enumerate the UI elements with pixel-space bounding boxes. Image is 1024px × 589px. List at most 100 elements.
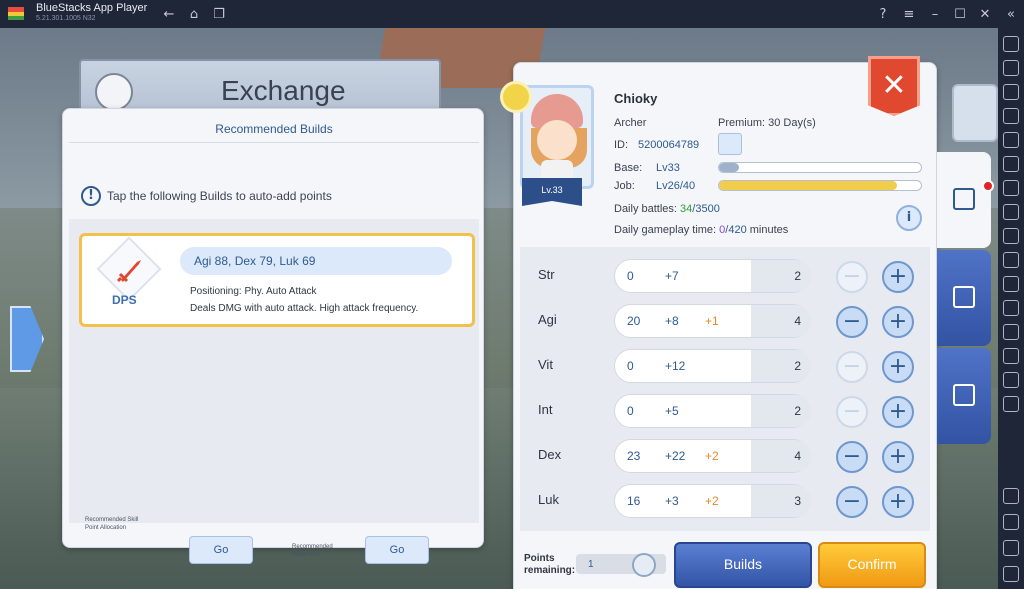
stat-name: Agi — [538, 312, 557, 327]
stat-bonus-value: +22 — [665, 449, 686, 463]
increase-str-button[interactable]: + — [882, 261, 914, 293]
character-stats-panel: Lv.33 Chioky Archer Premium: 30 Day(s) I… — [500, 62, 937, 589]
base-level: Lv33 — [656, 162, 680, 174]
stat-base-value: 20 — [627, 314, 641, 328]
record-icon[interactable] — [1003, 252, 1019, 268]
game-viewport: Exchange Recommended Builds ! Tap the fo… — [0, 28, 998, 589]
daily-battles-current: 34 — [680, 203, 693, 215]
info-button[interactable]: i — [896, 205, 922, 231]
recommended-builds-hint: Tap the following Builds to auto-add poi… — [107, 189, 332, 203]
location-icon[interactable] — [1003, 324, 1019, 340]
stat-value-pill: 23 +22 +2 4 — [614, 439, 811, 473]
fullscreen-icon[interactable] — [1003, 36, 1019, 52]
decrease-agi-button[interactable]: − — [836, 306, 868, 338]
sync-icon[interactable] — [1003, 396, 1019, 412]
increase-dex-button[interactable]: + — [882, 441, 914, 473]
folder-icon[interactable] — [1003, 276, 1019, 292]
stat-point-cost: 2 — [751, 260, 811, 292]
stat-row-int: Int 0 +5 2− + — [520, 390, 930, 434]
daily-battles: Daily battles: 34/3500 — [614, 203, 720, 215]
equipment-go-button[interactable]: Go — [365, 536, 429, 564]
clipboard-icon — [953, 286, 975, 308]
notification-dot — [982, 180, 994, 192]
skill-allocation-label: Recommended Skill Point Allocation — [85, 517, 139, 531]
back-icon[interactable]: ← — [160, 5, 178, 23]
app-title: BlueStacks App Player — [36, 2, 148, 14]
decrease-int-button[interactable]: − — [836, 396, 868, 428]
recommended-builds-panel: Recommended Builds ! Tap the following B… — [62, 108, 484, 564]
decrease-vit-button[interactable]: − — [836, 351, 868, 383]
eco-mode-icon[interactable] — [1003, 348, 1019, 364]
collapse-sidebar-icon[interactable]: « — [1002, 5, 1020, 23]
points-remaining-value: 1 — [588, 559, 594, 570]
window-close-icon[interactable]: ✕ — [976, 5, 994, 23]
reset-points-icon[interactable] — [632, 553, 656, 577]
volume-icon[interactable] — [1003, 60, 1019, 76]
premium-status: Premium: 30 Day(s) — [718, 117, 816, 129]
minimize-icon[interactable]: – — [926, 5, 944, 23]
screenshot-icon[interactable] — [1003, 228, 1019, 244]
decrease-dex-button[interactable]: − — [836, 441, 868, 473]
stat-base-value: 16 — [627, 494, 641, 508]
rotate-icon[interactable] — [1003, 156, 1019, 172]
layers-icon[interactable] — [1003, 372, 1019, 388]
decrease-luk-button[interactable]: − — [836, 486, 868, 518]
tab-profile[interactable] — [937, 348, 991, 444]
skill-go-button[interactable]: Go — [189, 536, 253, 564]
help-icon[interactable]: ? — [874, 5, 892, 23]
left-nav-arrow-button[interactable] — [10, 306, 44, 372]
confirm-button[interactable]: Confirm — [818, 542, 926, 588]
daily-time-max: /420 — [725, 224, 747, 236]
emulator-sidebar — [998, 28, 1024, 589]
build-card-dps[interactable]: DPS Agi 88, Dex 79, Luk 69 Positioning: … — [79, 233, 475, 327]
decrease-str-button[interactable]: − — [836, 261, 868, 293]
airplane-icon[interactable] — [1003, 300, 1019, 316]
base-exp-fill — [719, 163, 740, 172]
keyboard-icon[interactable] — [1003, 108, 1019, 124]
id-label: ID: — [614, 139, 629, 151]
increase-vit-button[interactable]: + — [882, 351, 914, 383]
tab-records[interactable] — [937, 250, 991, 346]
build-role-label: DPS — [112, 293, 137, 307]
close-panel-button[interactable]: ✕ — [868, 56, 920, 116]
stat-row-agi: Agi 20 +8 +1 4− + — [520, 300, 930, 344]
gamepad-icon[interactable] — [1003, 180, 1019, 196]
stat-row-luk: Luk 16 +3 +2 3− + — [520, 480, 930, 524]
avatar-face — [537, 120, 577, 160]
sidebar-recents-icon[interactable] — [1003, 566, 1019, 582]
job-exp-fill — [719, 181, 897, 190]
multi-instance-icon[interactable] — [1003, 204, 1019, 220]
stat-extra-value: +2 — [705, 449, 719, 463]
daily-time-unit: minutes — [749, 224, 789, 236]
maximize-icon[interactable]: ☐ — [951, 5, 969, 23]
sidebar-home-icon[interactable] — [1003, 540, 1019, 556]
increase-luk-button[interactable]: + — [882, 486, 914, 518]
increase-int-button[interactable]: + — [882, 396, 914, 428]
stat-base-value: 0 — [627, 359, 634, 373]
sliders-icon — [953, 188, 975, 210]
sidebar-back-icon[interactable] — [1003, 514, 1019, 530]
tab-attributes[interactable] — [937, 152, 991, 248]
stat-base-value: 0 — [627, 404, 634, 418]
menu-icon[interactable]: ≡ — [900, 5, 918, 23]
home-icon[interactable]: ⌂ — [185, 5, 203, 23]
recommended-builds-title: Recommended Builds — [215, 122, 333, 136]
bag-icon[interactable] — [952, 84, 998, 142]
increase-agi-button[interactable]: + — [882, 306, 914, 338]
video-icon[interactable] — [1003, 84, 1019, 100]
builds-button[interactable]: Builds — [674, 542, 812, 588]
build-positioning: Positioning: Phy. Auto Attack — [190, 286, 317, 297]
settings-icon[interactable] — [1003, 488, 1019, 504]
daily-gameplay-time: Daily gameplay time: 0/420 minutes — [614, 224, 788, 236]
stat-value-pill: 20 +8 +1 4 — [614, 304, 811, 338]
character-id: 5200064789 — [638, 139, 700, 151]
character-class: Archer — [614, 117, 647, 129]
window-titlebar: BlueStacks App Player 5.21.301.1005 N32 … — [0, 0, 1024, 28]
stat-bonus-value: +3 — [665, 494, 679, 508]
stat-name: Luk — [538, 492, 559, 507]
exchange-coin-icon — [95, 73, 133, 111]
points-label-line2: remaining: — [524, 565, 576, 576]
macro-icon[interactable] — [1003, 132, 1019, 148]
copy-id-button[interactable] — [718, 133, 742, 155]
recent-apps-icon[interactable]: ❐ — [210, 5, 228, 23]
